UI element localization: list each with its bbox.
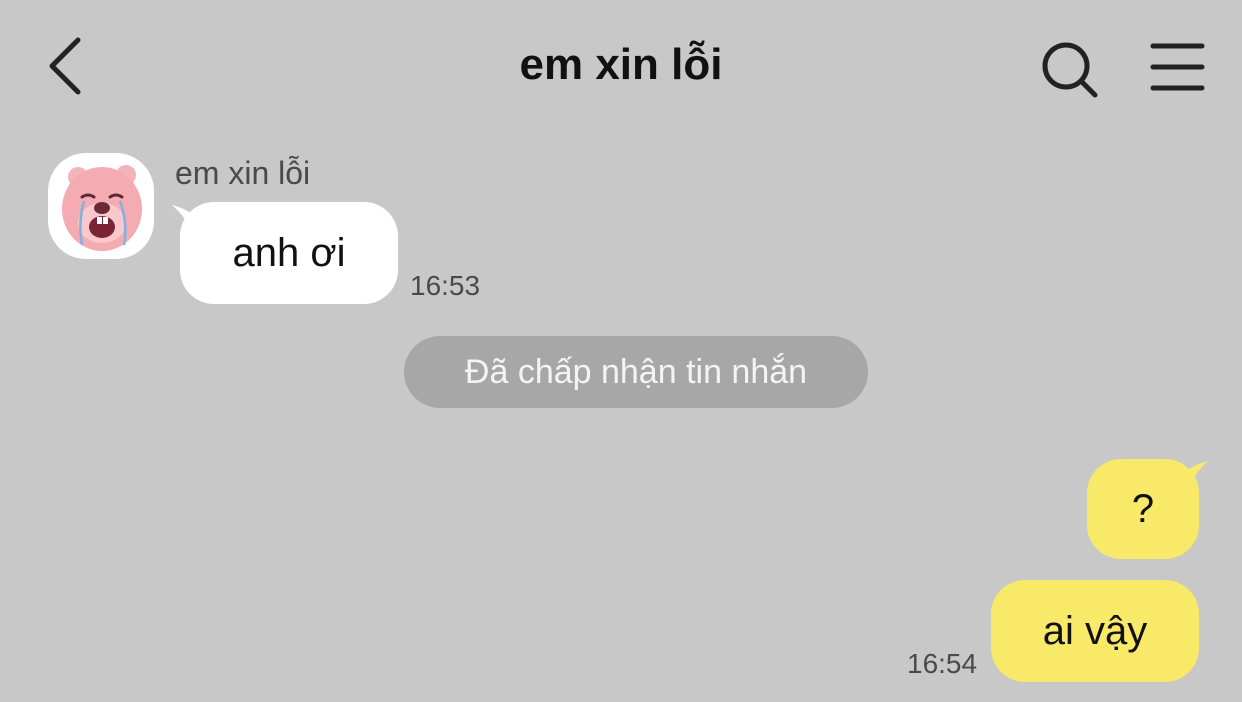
system-notice: Đã chấp nhận tin nhắn: [404, 336, 868, 408]
message-timestamp: 16:53: [410, 270, 481, 301]
outgoing-message-bubble[interactable]: ai vậy: [991, 580, 1199, 682]
outgoing-message-bubble[interactable]: ?: [1087, 459, 1199, 559]
message-text: ai vậy: [1042, 609, 1148, 653]
message-text: anh ơi: [232, 231, 346, 275]
hamburger-menu-icon: [1150, 43, 1205, 91]
crying-pink-beaver-avatar-icon: [62, 165, 142, 251]
search-icon: [1042, 42, 1098, 98]
menu-button[interactable]: [1148, 40, 1208, 96]
sender-name: em xin lỗi: [175, 155, 311, 191]
incoming-message-bubble[interactable]: anh ơi: [180, 202, 398, 304]
avatar[interactable]: [48, 153, 154, 259]
chat-header: em xin lỗi: [0, 0, 1242, 130]
message-text: ?: [1131, 487, 1155, 531]
message-timestamp: 16:54: [907, 648, 978, 679]
search-button[interactable]: [1038, 38, 1102, 102]
